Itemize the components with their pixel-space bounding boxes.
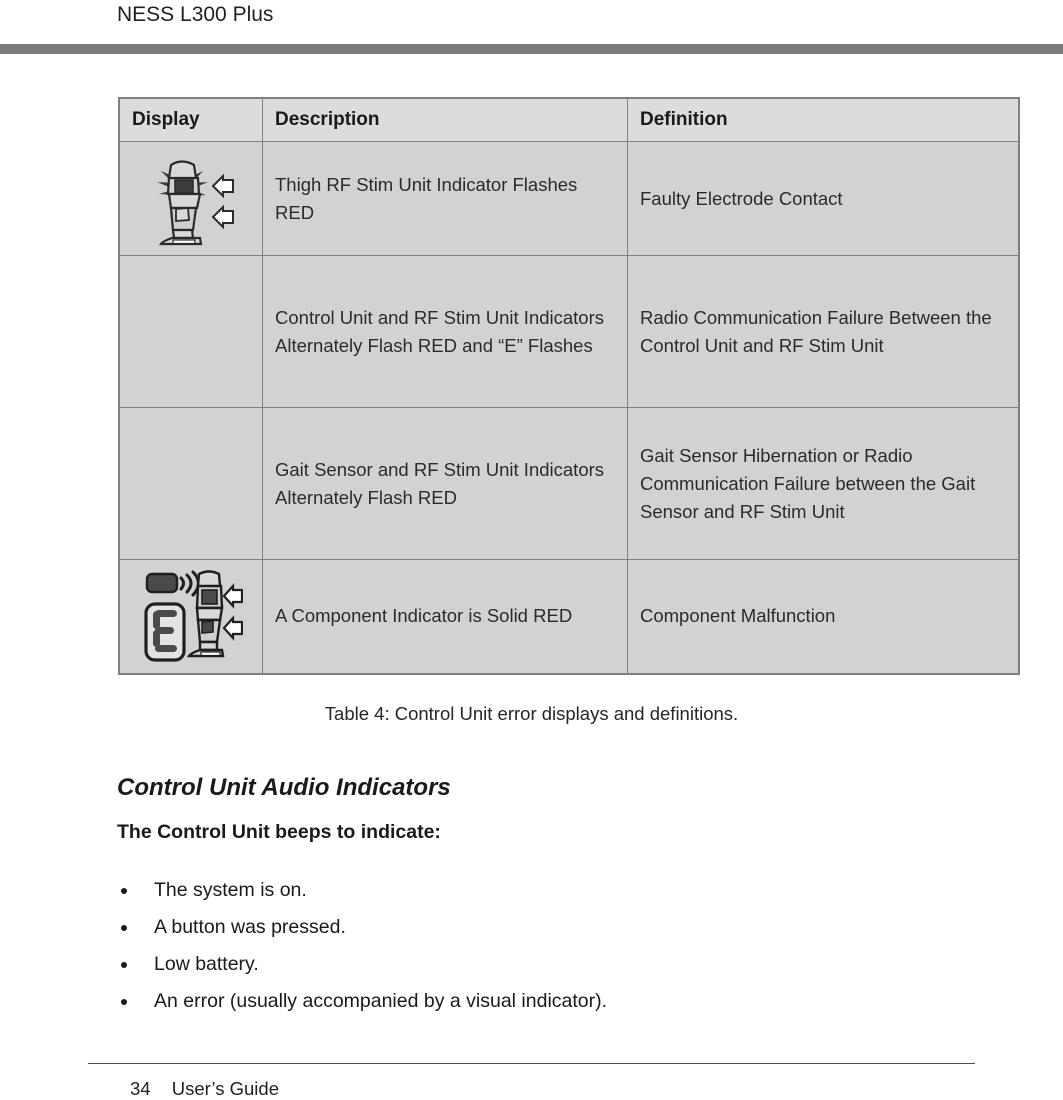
description-cell: Gait Sensor and RF Stim Unit Indicators … [262,407,628,560]
error-display-table: Display Description Definition Thigh RF … [118,97,1020,675]
audio-indicator-bullet-list: The system is on. A button was pressed. … [117,872,917,1020]
table-row: A Component Indicator is Solid RED Compo… [118,559,1020,674]
gait-sensor-e-display-leg-icon [144,570,243,662]
footer-label: User’s Guide [171,1078,279,1099]
column-header-definition: Definition [627,97,1020,142]
display-cell [118,255,263,408]
table-caption: Table 4: Control Unit error displays and… [324,703,739,724]
list-item-label: Low battery. [154,953,259,975]
display-cell [118,559,263,674]
display-cell [118,407,263,560]
bullet-dot-icon [121,888,127,894]
column-header-display: Display [118,97,263,142]
list-item: An error (usually accompanied by a visua… [117,983,917,1020]
definition-cell: Gait Sensor Hibernation or Radio Communi… [627,407,1020,560]
bullet-dot-icon [121,962,127,968]
description-cell: A Component Indicator is Solid RED [262,559,628,674]
bullet-dot-icon [121,925,127,931]
column-header-description: Description [262,97,628,142]
page-header: NESS L300 Plus [0,0,1063,54]
description-cell: Control Unit and RF Stim Unit Indicators… [262,255,628,408]
definition-cell: Faulty Electrode Contact [627,141,1020,256]
list-item-label: The system is on. [154,879,307,901]
sub-heading: The Control Unit beeps to indicate: [117,821,441,843]
page-footer: 34 User’s Guide [130,1078,279,1100]
bullet-dot-icon [121,999,127,1005]
list-item-label: A button was pressed. [154,916,346,938]
footer-page-number: 34 [130,1078,151,1099]
table-row: Thigh RF Stim Unit Indicator Flashes RED… [118,141,1020,256]
error-display-table-container: Display Description Definition Thigh RF … [118,97,1020,675]
table-row: Gait Sensor and RF Stim Unit Indicators … [118,407,1020,560]
list-item: The system is on. [117,872,917,909]
list-item: A button was pressed. [117,909,917,946]
definition-cell: Component Malfunction [627,559,1020,674]
list-item-label: An error (usually accompanied by a visua… [154,990,608,1012]
table-row: Control Unit and RF Stim Unit Indicators… [118,255,1020,408]
list-item: Low battery. [117,946,917,983]
page-title: NESS L300 Plus [117,3,274,26]
description-cell: Thigh RF Stim Unit Indicator Flashes RED [262,141,628,256]
header-divider-bar [0,44,1063,54]
footer-divider [88,1063,975,1064]
section-heading: Control Unit Audio Indicators [117,774,451,801]
definition-cell: Radio Communication Failure Between the … [627,255,1020,408]
table-header-row: Display Description Definition [118,97,1020,142]
display-cell [118,141,263,256]
thigh-rf-stim-unit-flashing-icon [157,159,234,245]
